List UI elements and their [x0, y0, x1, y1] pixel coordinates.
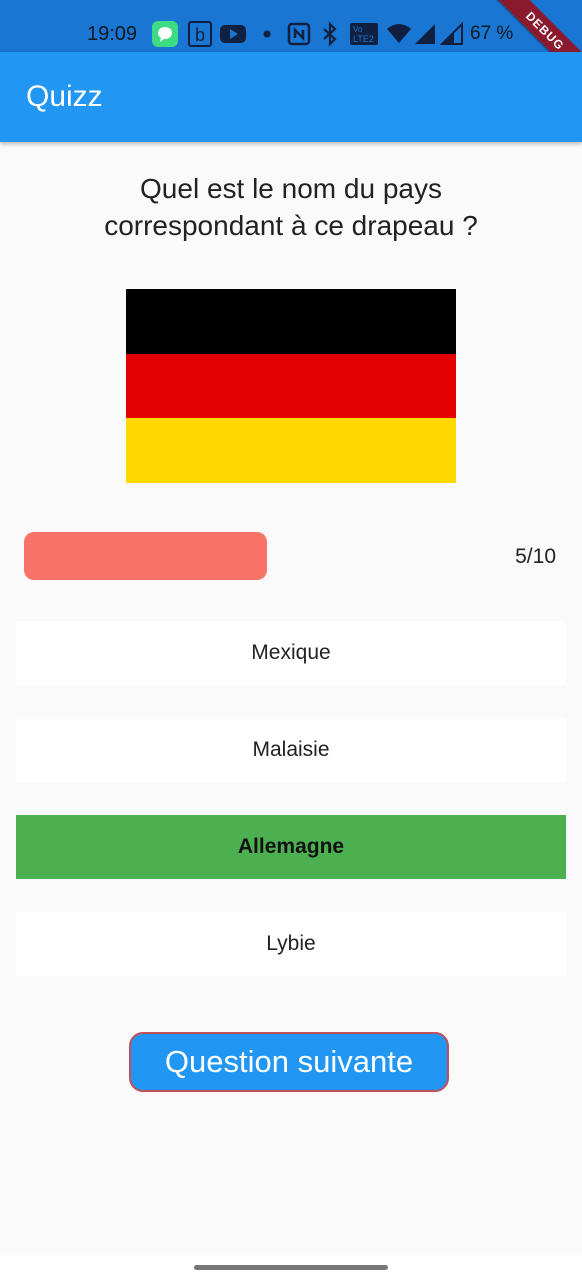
progress-fill	[24, 532, 267, 580]
question-line-1: Quel est le nom du pays	[140, 173, 442, 204]
next-question-label: Question suivante	[164, 1044, 414, 1079]
volte-icon: Vo LTE2	[349, 21, 379, 52]
svg-text:LTE2: LTE2	[353, 34, 374, 44]
question-text: Quel est le nom du pays correspondant à …	[40, 170, 542, 244]
app-title: Quizz	[26, 80, 103, 113]
nfc-icon	[287, 21, 311, 52]
answer-button-allemagne[interactable]: Allemagne	[16, 815, 566, 879]
answer-button-lybie[interactable]: Lybie	[16, 912, 566, 976]
dot-icon	[262, 21, 272, 52]
home-indicator[interactable]	[194, 1265, 388, 1270]
volte-label: Vo	[353, 25, 363, 34]
progress-text: 5/10	[515, 545, 556, 568]
answer-button-malaisie[interactable]: Malaisie	[16, 718, 566, 782]
answer-label: Mexique	[251, 641, 331, 664]
signal-icon	[439, 21, 464, 52]
question-line-2: correspondant à ce drapeau ?	[104, 210, 478, 241]
app-bar: Quizz	[0, 52, 582, 142]
answer-label: Allemagne	[237, 835, 345, 858]
answer-button-mexique[interactable]: Mexique	[16, 621, 566, 685]
status-time: 19:09	[87, 23, 138, 45]
flag-stripe-gold	[126, 418, 456, 484]
b-app-icon: b	[188, 21, 212, 52]
flag-stripe-black	[126, 289, 456, 354]
wifi-icon	[385, 21, 413, 52]
bluetooth-icon	[320, 21, 340, 52]
signal-icon	[413, 21, 437, 52]
answer-label: Lybie	[266, 932, 316, 955]
answer-label: Malaisie	[252, 738, 330, 761]
progress-bar	[24, 532, 510, 580]
svg-text:b: b	[195, 25, 205, 45]
flag-stripe-red	[126, 353, 456, 419]
battery-text: 67 %	[470, 23, 514, 44]
status-bar: 19:09 b Vo LTE2 67 %	[0, 0, 582, 52]
messages-icon	[152, 21, 178, 52]
next-question-button[interactable]: Question suivante	[129, 1032, 449, 1092]
youtube-icon	[220, 21, 246, 52]
flag-image	[126, 289, 456, 484]
